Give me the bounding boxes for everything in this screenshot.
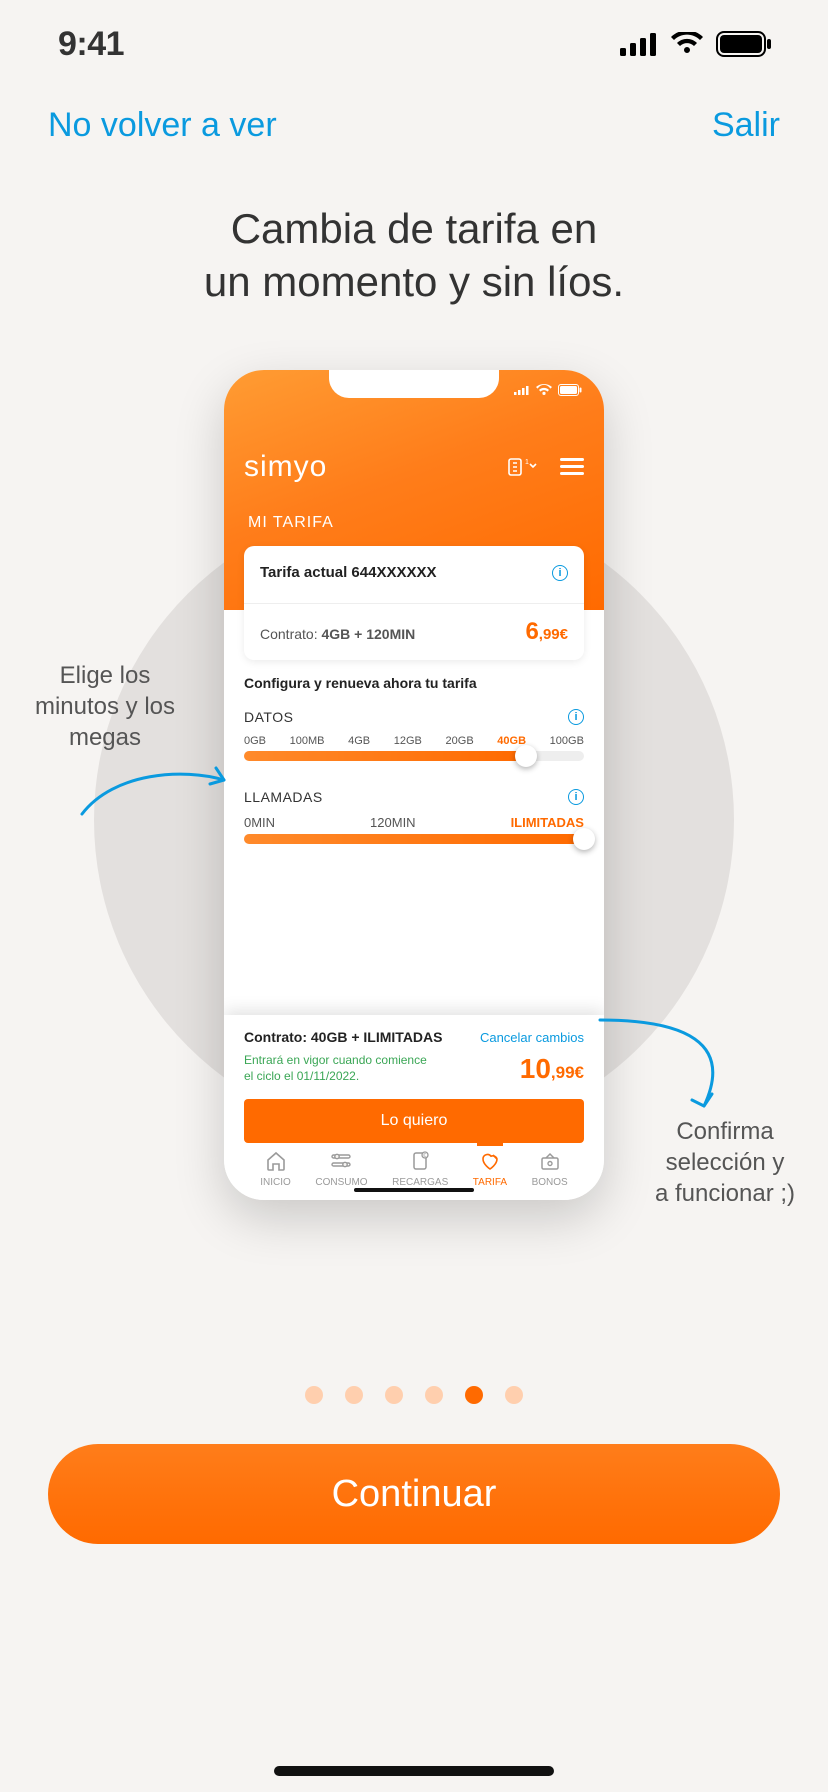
tick-label: 100MB [290,735,325,747]
sim-select-icon[interactable]: 1 [508,456,542,478]
exit-link[interactable]: Salir [712,106,780,145]
summary-contract: Contrato: 40GB + ILIMITADAS [244,1029,442,1045]
mini-battery-icon [558,384,582,396]
tab-label: TARIFA [473,1177,507,1188]
callout-left-l3: megas [69,724,141,751]
summary-price: 10,99€ [520,1053,584,1085]
dismiss-link[interactable]: No volver a ver [48,106,277,145]
wifi-icon [670,32,704,56]
callout-right: Confirma selección y a funcionar ;) [640,1116,810,1210]
title-line1: Cambia de tarifa en [231,205,598,252]
tarifa-current-label: Tarifa actual 644XXXXXX [260,564,436,581]
page-dot[interactable] [305,1386,323,1404]
callout-right-l1: Confirma [676,1118,773,1145]
phone-mockup: simyo 1 MI TARIFA Tarifa actual 644XXXXX… [224,370,604,1200]
bonos-icon [539,1151,561,1174]
section-title: MI TARIFA [248,514,334,532]
tick-label: 0MIN [244,815,275,830]
callout-left-l1: Elige los [60,662,151,689]
info-icon[interactable]: i [568,789,584,805]
svg-text:€: € [423,1153,426,1159]
llamadas-ticks: 0MIN 120MIN ILIMITADAS [244,815,584,830]
tarifa-price: 6,99€ [525,618,568,646]
page-dot[interactable] [505,1386,523,1404]
notch [329,370,499,398]
tick-label: 4GB [348,735,370,747]
tab-label: CONSUMO [315,1177,367,1188]
brand-logo: simyo [244,450,327,484]
title-line2: un momento y sin líos. [204,258,624,305]
tick-label: 20GB [446,735,474,747]
tab-bonos[interactable]: BONOS [532,1151,568,1188]
tab-label: INICIO [260,1177,291,1188]
page-title: Cambia de tarifa en un momento y sin lío… [0,203,828,308]
datos-slider-block: DATOS i 0GB100MB4GB12GB20GB40GB100GB [244,709,584,761]
page-dot[interactable] [385,1386,403,1404]
slider-thumb[interactable] [515,745,537,767]
info-icon[interactable]: i [552,565,568,581]
tab-recargas[interactable]: € RECARGAS [392,1151,448,1188]
divider [244,603,584,604]
status-icons [620,31,772,57]
battery-icon [716,31,772,57]
tab-label: BONOS [532,1177,568,1188]
slider-thumb[interactable] [573,828,595,850]
tick-label: 100GB [550,735,584,747]
phone-home-indicator [354,1188,474,1192]
status-time: 9:41 [58,25,124,64]
tab-label: RECARGAS [392,1177,448,1188]
datos-ticks: 0GB100MB4GB12GB20GB40GB100GB [244,735,584,747]
cellular-icon [620,32,658,56]
header-actions: No volver a ver Salir [0,88,828,145]
tarifa-card: Tarifa actual 644XXXXXX i Contrato: 4GB … [244,546,584,660]
tab-inicio[interactable]: INICIO [260,1151,291,1188]
tick-label: 120MIN [370,815,416,830]
arrow-left-icon [74,762,234,822]
phone-header: simyo 1 MI TARIFA Tarifa actual 644XXXXX… [224,370,604,610]
info-icon[interactable]: i [568,709,584,725]
datos-label: DATOS [244,709,293,725]
effective-date-text: Entrará en vigor cuando comience el cicl… [244,1053,434,1084]
callout-left: Elige los minutos y los megas [20,660,190,754]
pagination-dots [305,1386,523,1404]
tarifa-icon [479,1151,501,1174]
tarifa-description: Contrato: 4GB + 120MIN [260,626,415,642]
llamadas-slider-block: LLAMADAS i 0MIN 120MIN ILIMITADAS [244,789,584,844]
device-status-bar: 9:41 [0,0,828,88]
cancel-changes-link[interactable]: Cancelar cambios [480,1030,584,1045]
continue-button[interactable]: Continuar [48,1444,780,1544]
page-dot[interactable] [345,1386,363,1404]
page-dot[interactable] [425,1386,443,1404]
device-home-indicator [274,1766,554,1776]
tick-label: 0GB [244,735,266,747]
llamadas-label: LLAMADAS [244,789,323,805]
brand-row: simyo 1 [244,450,584,484]
lo-quiero-button[interactable]: Lo quiero [244,1099,584,1143]
phone-screen: simyo 1 MI TARIFA Tarifa actual 644XXXXX… [224,370,604,1200]
datos-slider[interactable] [244,751,584,761]
config-heading: Configura y renueva ahora tu tarifa [244,675,584,691]
tick-label: ILIMITADAS [511,815,584,830]
recargas-icon: € [409,1151,431,1174]
callout-right-l2: selección y [666,1149,785,1176]
tick-label: 12GB [394,735,422,747]
consumo-icon [330,1151,352,1174]
menu-icon[interactable] [560,458,584,476]
mini-cellular-icon [514,385,530,395]
mini-status-icons [514,384,582,396]
mini-wifi-icon [536,384,552,396]
arrow-right-icon [594,1012,754,1122]
config-section: Configura y renueva ahora tu tarifa DATO… [244,675,584,872]
summary-panel: Contrato: 40GB + ILIMITADAS Cancelar cam… [224,1015,604,1200]
llamadas-slider[interactable] [244,834,584,844]
tab-consumo[interactable]: CONSUMO [315,1151,367,1188]
callout-right-l3: a funcionar ;) [655,1180,795,1207]
callout-left-l2: minutos y los [35,693,175,720]
inicio-icon [265,1151,287,1174]
page-dot[interactable] [465,1386,483,1404]
tab-tarifa[interactable]: TARIFA [473,1151,507,1188]
svg-text:1: 1 [525,459,529,466]
